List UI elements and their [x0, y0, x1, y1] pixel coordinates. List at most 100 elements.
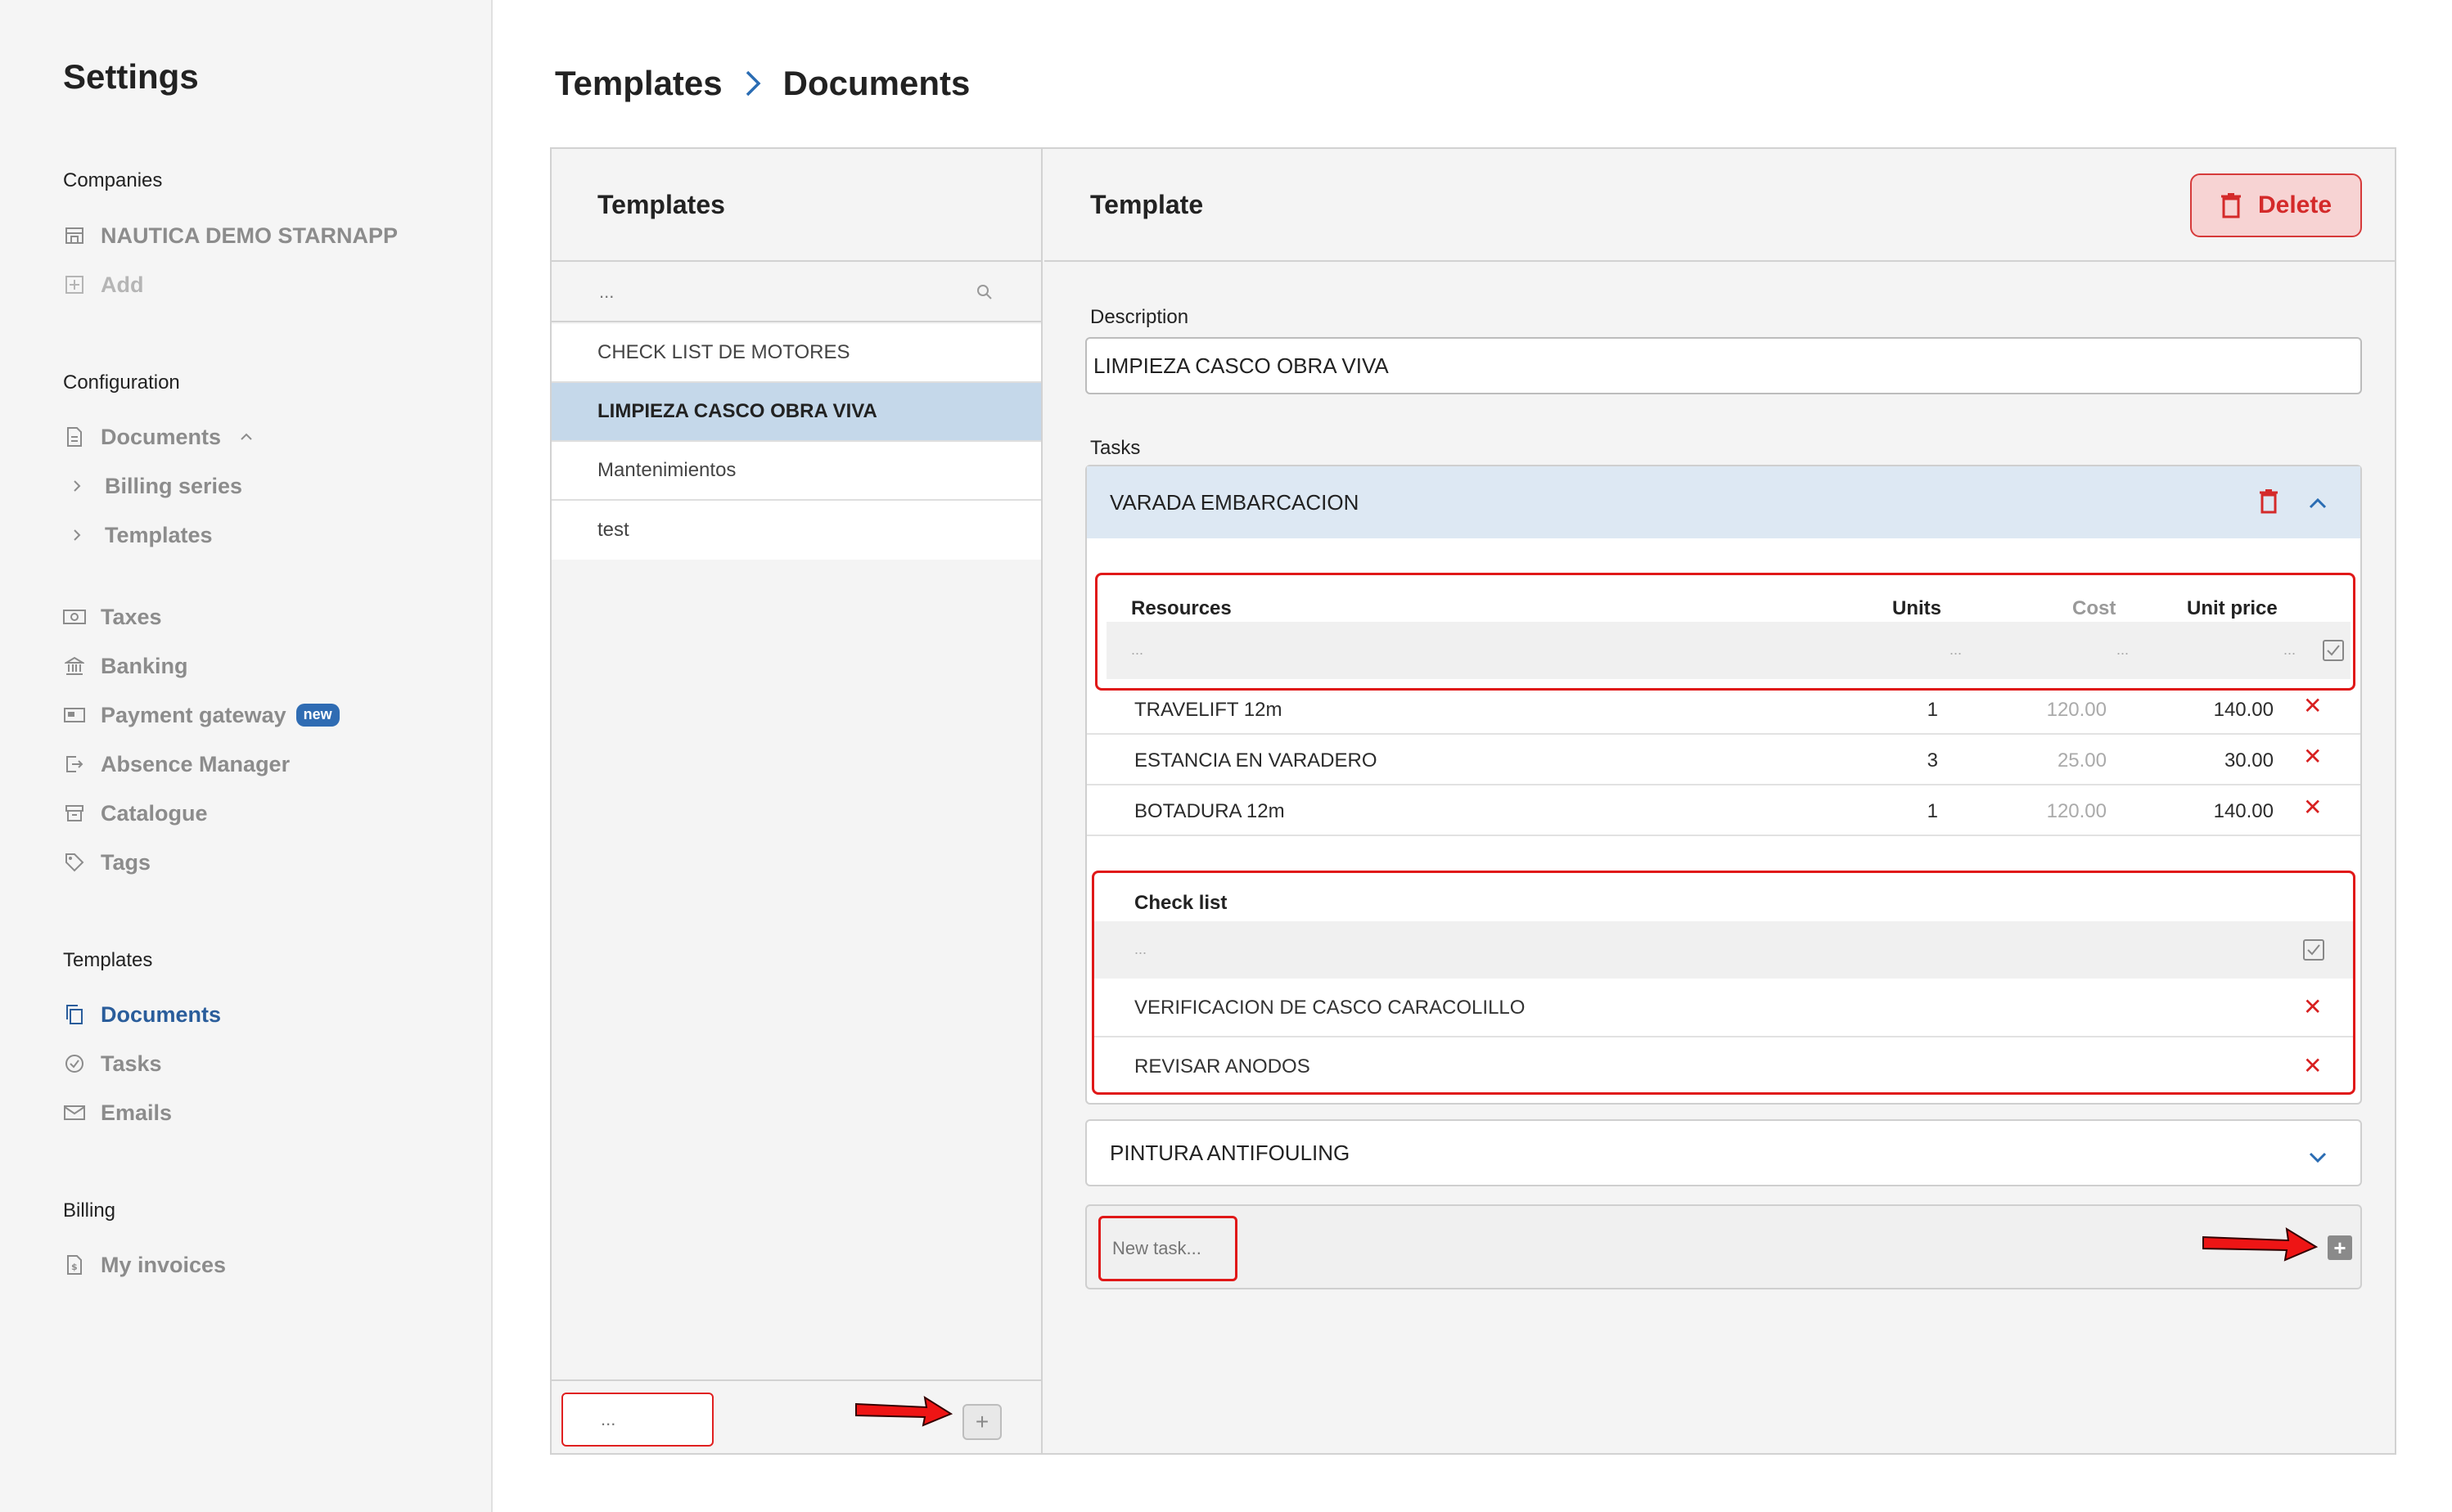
task-name: PINTURA ANTIFOULING — [1110, 1140, 1350, 1165]
templates-list-panel: Templates CHECK LIST DE MOTORES LIMPIEZA… — [552, 149, 1043, 1453]
resource-unit-price: 30.00 — [2224, 749, 2274, 772]
sidebar-item-company[interactable]: NAUTICA DEMO STARNAPP — [63, 219, 398, 252]
sidebar-item-label: Templates — [105, 522, 213, 547]
sidebar-item-label: Documents — [101, 424, 222, 449]
sidebar-item-label: Tasks — [101, 1051, 162, 1076]
sidebar-item-label: Taxes — [101, 604, 162, 629]
resource-name: TRAVELIFT 12m — [1134, 699, 1282, 721]
delete-label: Delete — [2257, 191, 2333, 218]
list-item[interactable]: CHECK LIST DE MOTORES — [552, 324, 1041, 383]
sidebar-item-label: Banking — [101, 653, 188, 678]
resource-cost: 120.00 — [2046, 800, 2107, 822]
add-task-button[interactable]: + — [2328, 1235, 2352, 1260]
exit-icon — [63, 753, 86, 776]
trash-icon[interactable] — [2259, 489, 2278, 520]
new-task-input[interactable] — [1098, 1216, 1237, 1281]
resource-units: 1 — [1927, 800, 1938, 822]
sidebar-item-payment-gateway[interactable]: Payment gateway new — [63, 699, 340, 731]
templates-search — [552, 263, 1041, 322]
description-label: Description — [1090, 306, 1189, 328]
chevron-right-icon — [744, 69, 762, 98]
breadcrumb-parent[interactable]: Templates — [555, 64, 723, 103]
task-panel-expanded: VARADA EMBARCACION Resources Units Cost … — [1085, 465, 2362, 1105]
annotation-box — [1092, 871, 2355, 1095]
resource-units: 3 — [1927, 749, 1938, 772]
sidebar-item-label: Payment gateway — [101, 702, 286, 727]
sidebar-item-billing-series[interactable]: Billing series — [69, 470, 242, 502]
resource-unit-price: 140.00 — [2213, 800, 2274, 822]
archive-icon — [63, 802, 86, 825]
templates-list-title: Templates — [552, 149, 1041, 262]
mail-icon — [63, 1101, 86, 1124]
templates-card: Templates CHECK LIST DE MOTORES LIMPIEZA… — [550, 147, 2396, 1455]
store-icon — [63, 224, 86, 247]
new-badge: new — [295, 704, 340, 727]
chevron-right-icon — [69, 524, 85, 547]
resource-name: BOTADURA 12m — [1134, 800, 1285, 822]
svg-text:$: $ — [71, 1262, 78, 1272]
configuration-section-label: Configuration — [63, 371, 180, 394]
task-panel-collapsed[interactable]: PINTURA ANTIFOULING — [1085, 1119, 2362, 1186]
table-row: ESTANCIA EN VARADERO 3 25.00 30.00 ✕ — [1087, 735, 2360, 785]
resource-name: ESTANCIA EN VARADERO — [1134, 749, 1377, 772]
settings-sidebar: Settings Companies NAUTICA DEMO STARNAPP… — [0, 0, 493, 1512]
remove-icon[interactable]: ✕ — [2303, 794, 2322, 821]
search-input[interactable] — [597, 281, 958, 304]
chevron-up-icon[interactable] — [2308, 491, 2328, 516]
chevron-right-icon — [69, 475, 85, 497]
arrow-right-icon — [2202, 1227, 2319, 1262]
sidebar-item-label: Documents — [101, 1001, 222, 1027]
chevron-down-icon[interactable] — [2308, 1144, 2328, 1169]
sidebar-item-add-company[interactable]: Add — [63, 268, 143, 301]
list-item[interactable]: test — [552, 501, 1041, 560]
plus-square-icon — [63, 273, 86, 296]
money-icon — [63, 605, 86, 628]
sidebar-item-label: Absence Manager — [101, 751, 291, 776]
resource-unit-price: 140.00 — [2213, 699, 2274, 721]
sidebar-item-taxes[interactable]: Taxes — [63, 601, 162, 633]
sidebar-item-tasks[interactable]: Tasks — [63, 1047, 162, 1080]
templates-section-label: Templates — [63, 949, 153, 971]
sidebar-item-label: Billing series — [105, 473, 243, 498]
bank-icon — [63, 655, 86, 677]
remove-icon[interactable]: ✕ — [2303, 743, 2322, 770]
list-item[interactable]: Mantenimientos — [552, 442, 1041, 501]
sidebar-item-catalogue[interactable]: Catalogue — [63, 797, 208, 830]
sidebar-item-templates-config[interactable]: Templates — [69, 519, 213, 551]
billing-section-label: Billing — [63, 1199, 116, 1222]
add-template-button[interactable]: + — [962, 1404, 1002, 1440]
sidebar-item-tags[interactable]: Tags — [63, 846, 151, 879]
delete-button[interactable]: Delete — [2190, 173, 2362, 237]
sidebar-item-label: Emails — [101, 1100, 173, 1125]
description-field[interactable] — [1085, 337, 2362, 394]
sidebar-item-absence-manager[interactable]: Absence Manager — [63, 748, 290, 781]
new-template-input[interactable] — [561, 1393, 714, 1447]
table-row: TRAVELIFT 12m 1 120.00 140.00 ✕ — [1087, 684, 2360, 735]
resource-cost: 25.00 — [2057, 749, 2107, 772]
tasks-label: Tasks — [1090, 437, 1141, 459]
sidebar-item-documents-config[interactable]: Documents — [63, 421, 254, 453]
resource-cost: 120.00 — [2046, 699, 2107, 721]
new-template-bar: + — [552, 1379, 1041, 1453]
sidebar-item-label: Add — [101, 272, 144, 297]
search-icon[interactable] — [976, 283, 994, 305]
template-detail-panel: Template Delete Description Tasks VARADA… — [1044, 149, 2395, 1453]
arrow-right-icon — [855, 1395, 953, 1427]
task-header[interactable]: VARADA EMBARCACION — [1087, 466, 2360, 538]
sidebar-item-banking[interactable]: Banking — [63, 650, 188, 682]
list-item-selected[interactable]: LIMPIEZA CASCO OBRA VIVA — [552, 383, 1041, 442]
invoice-icon: $ — [63, 1253, 86, 1276]
sidebar-item-my-invoices[interactable]: $ My invoices — [63, 1249, 226, 1281]
check-circle-icon — [63, 1052, 86, 1075]
remove-icon[interactable]: ✕ — [2303, 692, 2322, 719]
sidebar-title: Settings — [63, 57, 199, 96]
payment-icon — [63, 704, 86, 727]
tag-icon — [63, 851, 86, 874]
annotation-box — [1095, 573, 2355, 691]
template-title: Template Delete — [1044, 149, 2395, 262]
companies-section-label: Companies — [63, 169, 163, 191]
sidebar-item-label: Tags — [101, 849, 151, 875]
sidebar-item-emails[interactable]: Emails — [63, 1096, 172, 1129]
sidebar-item-label: My invoices — [101, 1252, 227, 1277]
sidebar-item-documents-templates[interactable]: Documents — [63, 998, 221, 1031]
